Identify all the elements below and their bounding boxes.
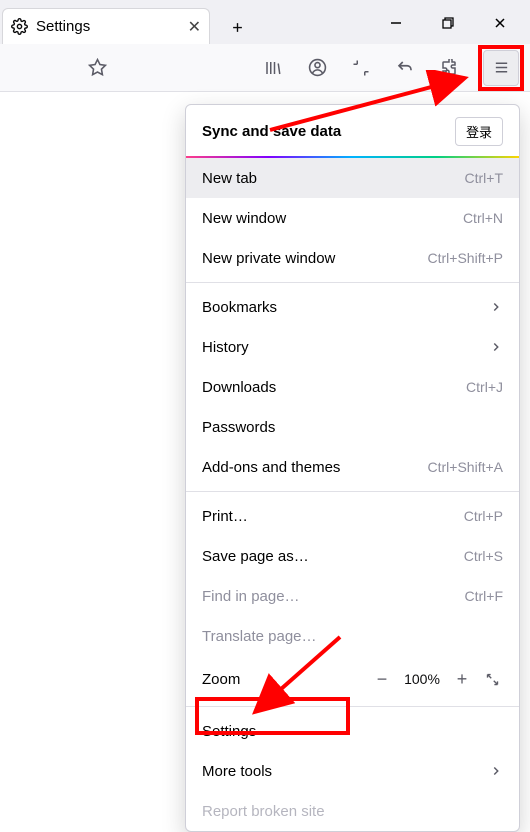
menu-item-label: More tools: [202, 763, 272, 780]
tab-strip: Settings ✕: [0, 0, 530, 44]
menu-new-private-window[interactable]: New private window Ctrl+Shift+P: [186, 238, 519, 278]
library-icon[interactable]: [256, 51, 290, 85]
menu-item-label: Passwords: [202, 419, 275, 436]
menu-item-label: Add-ons and themes: [202, 459, 340, 476]
gear-icon: [11, 18, 28, 35]
sync-header-label: Sync and save data: [202, 123, 341, 140]
menu-item-label: Find in page…: [202, 588, 300, 605]
chevron-right-icon: [489, 764, 503, 778]
menu-item-shortcut: Ctrl+T: [465, 170, 504, 186]
menu-report-broken-site[interactable]: Report broken site: [186, 791, 519, 831]
tab-title: Settings: [36, 18, 180, 35]
menu-settings[interactable]: Settings: [186, 711, 519, 751]
menu-item-label: History: [202, 339, 249, 356]
menu-save-page-as[interactable]: Save page as… Ctrl+S: [186, 536, 519, 576]
menu-history[interactable]: History: [186, 327, 519, 367]
menu-item-label: Downloads: [202, 379, 276, 396]
app-menu-panel: Sync and save data 登录 New tab Ctrl+T New…: [185, 104, 520, 832]
toolbar: [0, 44, 530, 92]
close-window-button[interactable]: [478, 7, 522, 39]
menu-item-shortcut: Ctrl+J: [466, 379, 503, 395]
menu-item-label: Settings: [202, 723, 256, 740]
menu-sync-header: Sync and save data 登录: [186, 105, 519, 158]
menu-item-shortcut: Ctrl+F: [465, 588, 504, 604]
bookmark-star-icon[interactable]: [80, 51, 114, 85]
menu-item-label: Bookmarks: [202, 299, 277, 316]
menu-addons[interactable]: Add-ons and themes Ctrl+Shift+A: [186, 447, 519, 487]
undo-icon[interactable]: [388, 51, 422, 85]
menu-zoom-row: Zoom − 100% +: [186, 656, 519, 702]
menu-bookmarks[interactable]: Bookmarks: [186, 287, 519, 327]
screenshot-icon[interactable]: [344, 51, 378, 85]
account-icon[interactable]: [300, 51, 334, 85]
zoom-in-button[interactable]: +: [447, 664, 477, 694]
menu-print[interactable]: Print… Ctrl+P: [186, 496, 519, 536]
menu-translate-page: Translate page…: [186, 616, 519, 656]
menu-item-label: Report broken site: [202, 803, 325, 820]
menu-item-label: New tab: [202, 170, 257, 187]
minimize-button[interactable]: [374, 7, 418, 39]
menu-item-shortcut: Ctrl+N: [463, 210, 503, 226]
annotation-hamburger-highlight: [478, 45, 524, 91]
menu-more-tools[interactable]: More tools: [186, 751, 519, 791]
zoom-out-button[interactable]: −: [367, 664, 397, 694]
chevron-right-icon: [489, 300, 503, 314]
menu-item-label: Print…: [202, 508, 248, 525]
zoom-value: 100%: [397, 671, 447, 687]
menu-item-shortcut: Ctrl+S: [464, 548, 503, 564]
new-tab-button[interactable]: [220, 10, 254, 44]
menu-separator: [186, 491, 519, 492]
menu-separator: [186, 282, 519, 283]
menu-item-label: Translate page…: [202, 628, 317, 645]
restore-button[interactable]: [426, 7, 470, 39]
menu-item-shortcut: Ctrl+Shift+A: [428, 459, 503, 475]
menu-passwords[interactable]: Passwords: [186, 407, 519, 447]
menu-downloads[interactable]: Downloads Ctrl+J: [186, 367, 519, 407]
window-controls: [374, 2, 530, 44]
menu-new-tab[interactable]: New tab Ctrl+T: [186, 158, 519, 198]
menu-find-in-page[interactable]: Find in page… Ctrl+F: [186, 576, 519, 616]
browser-tab[interactable]: Settings ✕: [2, 8, 210, 44]
chevron-right-icon: [489, 340, 503, 354]
app-menu-button[interactable]: [483, 50, 519, 86]
menu-item-label: New window: [202, 210, 286, 227]
login-button[interactable]: 登录: [455, 117, 503, 146]
menu-item-label: New private window: [202, 250, 335, 267]
menu-item-shortcut: Ctrl+Shift+P: [428, 250, 503, 266]
fullscreen-button[interactable]: [477, 664, 507, 694]
close-tab-icon[interactable]: ✕: [188, 17, 201, 37]
menu-new-window[interactable]: New window Ctrl+N: [186, 198, 519, 238]
zoom-label: Zoom: [202, 671, 367, 688]
menu-item-shortcut: Ctrl+P: [464, 508, 503, 524]
menu-separator: [186, 706, 519, 707]
extensions-icon[interactable]: [432, 51, 466, 85]
menu-item-label: Save page as…: [202, 548, 309, 565]
